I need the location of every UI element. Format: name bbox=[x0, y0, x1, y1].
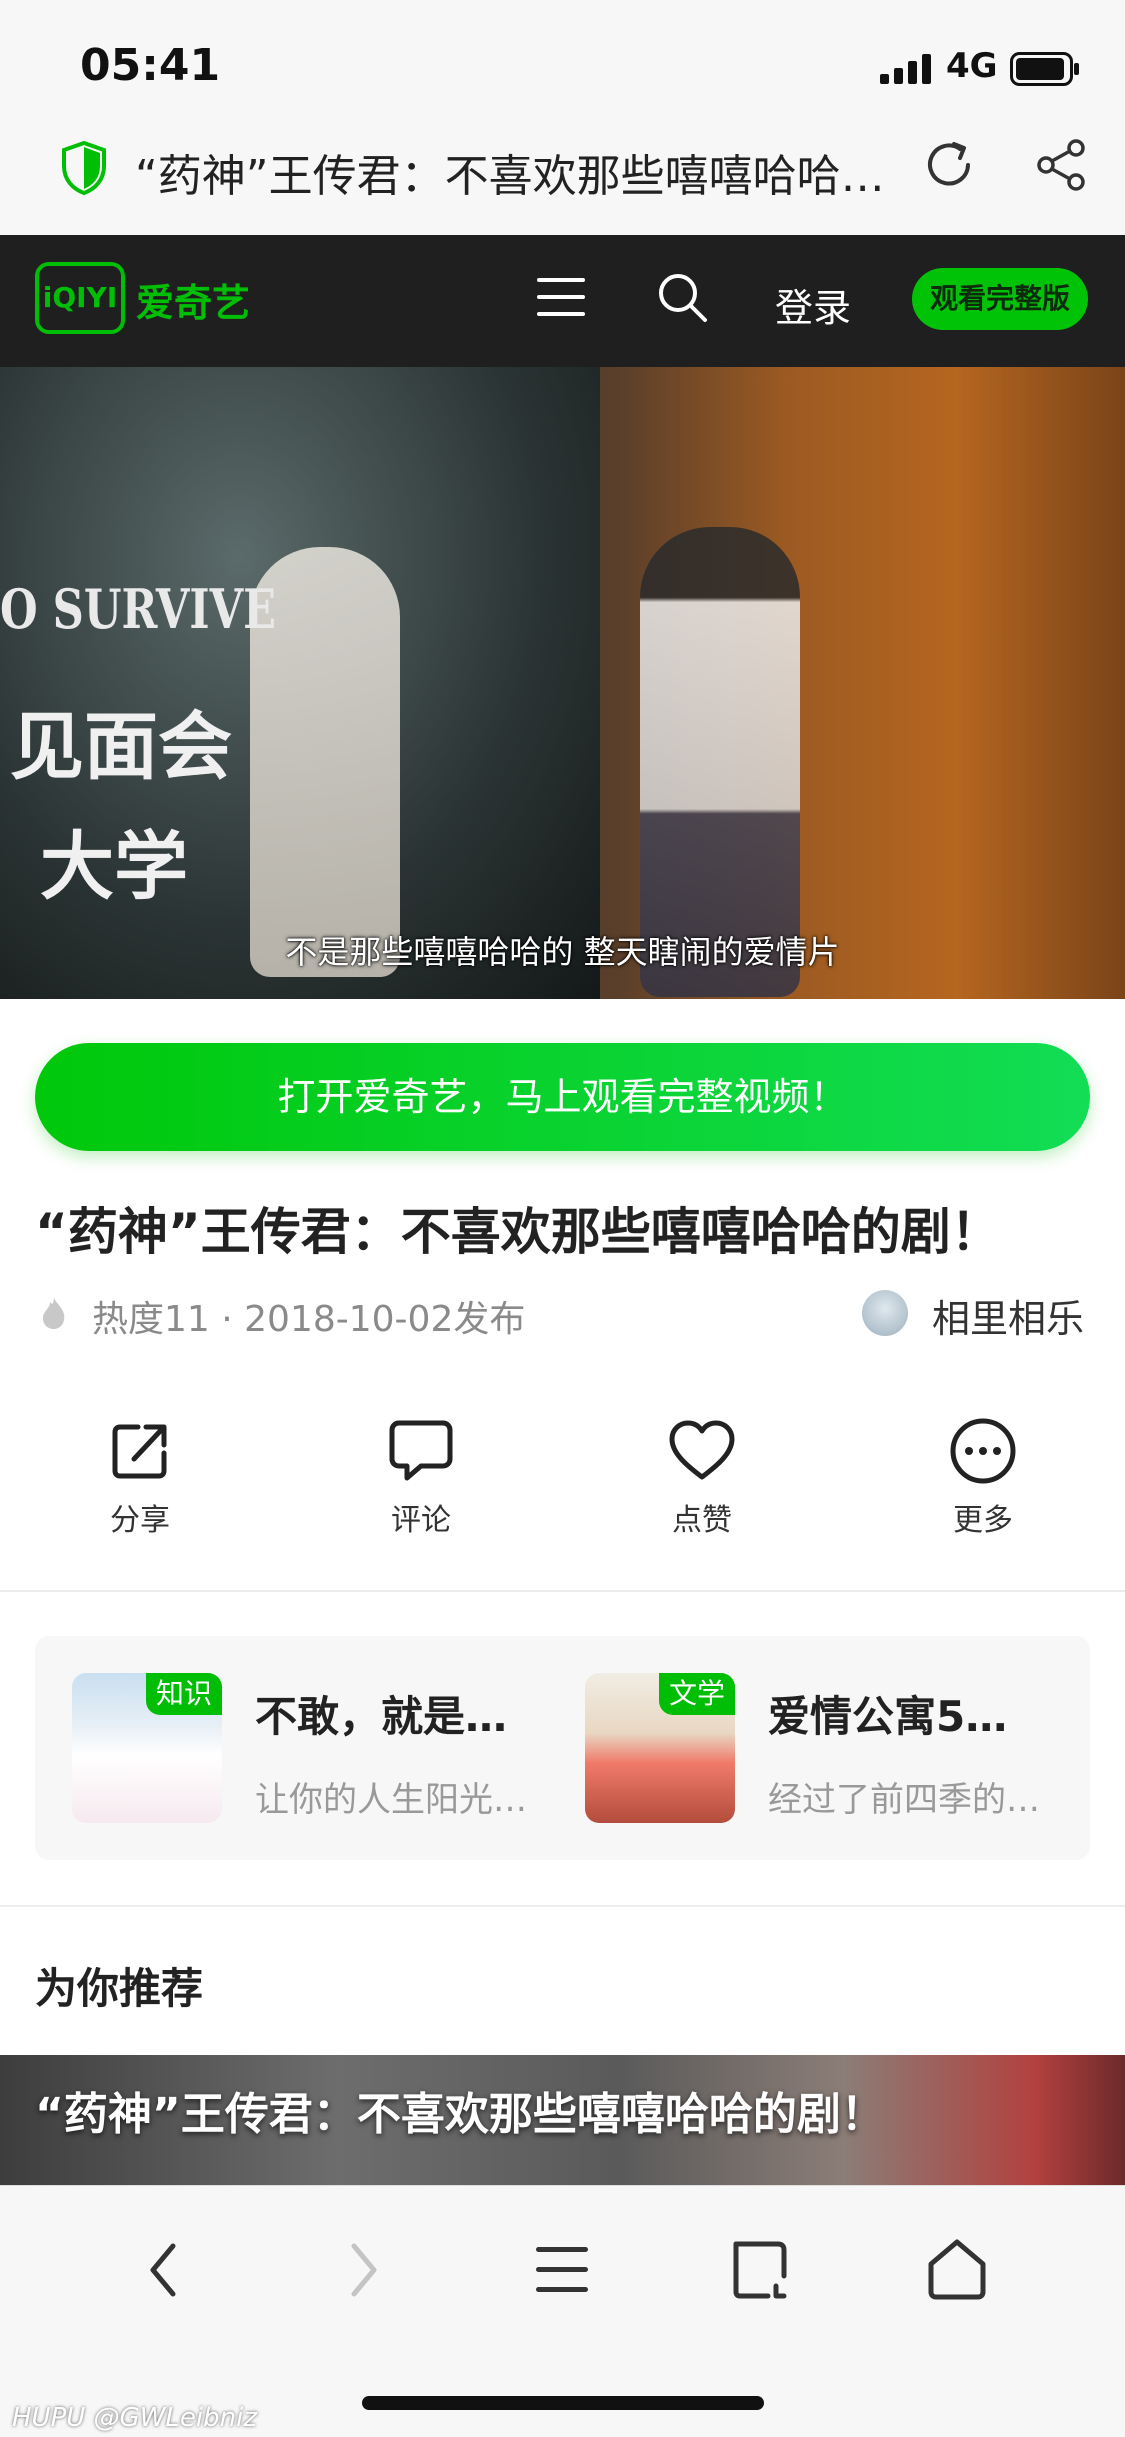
video-poster-text: 见面会 bbox=[10, 704, 232, 790]
iqiyi-logo-text[interactable]: 爱奇艺 bbox=[136, 272, 250, 327]
divider bbox=[0, 1590, 1125, 1592]
home-icon[interactable] bbox=[917, 2230, 997, 2310]
comment-action[interactable]: 评论 bbox=[341, 1415, 501, 1539]
iqiyi-logo[interactable]: iQIYI bbox=[35, 262, 125, 334]
like-label: 点赞 bbox=[672, 1503, 732, 1538]
recommended-video-title[interactable]: “药神”王传君：不喜欢那些嘻嘻哈哈的剧！ bbox=[35, 2078, 885, 2142]
forward-icon[interactable] bbox=[322, 2230, 402, 2310]
video-poster-text: O SURVIVE bbox=[0, 577, 277, 641]
book-title[interactable]: 不敢，就是… bbox=[255, 1683, 507, 1744]
more-label: 更多 bbox=[953, 1503, 1013, 1538]
comment-label: 评论 bbox=[391, 1503, 451, 1538]
like-action[interactable]: 点赞 bbox=[622, 1415, 782, 1539]
comment-icon bbox=[389, 1420, 453, 1481]
page-title-address[interactable]: “药神”王传君：不喜欢那些嘻嘻哈哈的剧！ bbox=[135, 140, 885, 204]
more-action[interactable]: 更多 bbox=[903, 1415, 1063, 1539]
section-title: 为你推荐 bbox=[35, 1964, 204, 2013]
video-subtitle: 不是那些嘻嘻哈哈的 整天瞎闹的爱情片 bbox=[285, 933, 840, 971]
book-title[interactable]: 爱情公寓5… bbox=[768, 1683, 1007, 1744]
video-title: “药神”王传君：不喜欢那些嘻嘻哈哈的剧！ bbox=[35, 1203, 1001, 1261]
flame-icon bbox=[43, 1298, 65, 1329]
video-player[interactable]: O SURVIVE 见面会 大学 不是那些嘻嘻哈哈的 整天瞎闹的爱情片 bbox=[0, 367, 1125, 999]
reload-icon[interactable] bbox=[920, 136, 978, 194]
book-desc: 让你的人生阳光… bbox=[255, 1780, 527, 1820]
back-icon[interactable] bbox=[125, 2230, 205, 2310]
avatar[interactable] bbox=[862, 1290, 908, 1336]
book-desc: 经过了前四季的… bbox=[768, 1780, 1040, 1820]
video-poster-text: 大学 bbox=[40, 824, 188, 910]
more-icon bbox=[950, 1418, 1016, 1484]
shield-icon bbox=[62, 140, 106, 196]
share-icon[interactable] bbox=[1032, 136, 1090, 194]
heart-icon bbox=[669, 1420, 735, 1480]
video-meta: 热度11 · 2018-10-02发布 bbox=[92, 1299, 526, 1340]
signal-icon bbox=[880, 54, 931, 84]
menu-icon[interactable] bbox=[535, 274, 587, 320]
status-time: 05:41 bbox=[80, 40, 221, 91]
book-tag: 知识 bbox=[146, 1673, 222, 1715]
login-link[interactable]: 登录 bbox=[775, 277, 851, 332]
watermark: HUPU @GWLeibniz bbox=[12, 2403, 257, 2433]
share-icon bbox=[112, 1424, 167, 1479]
menu-icon[interactable] bbox=[522, 2230, 602, 2310]
divider bbox=[0, 1905, 1125, 1907]
share-label: 分享 bbox=[110, 1503, 170, 1538]
share-action[interactable]: 分享 bbox=[60, 1415, 220, 1539]
open-app-button[interactable]: 打开爱奇艺，马上观看完整视频！ bbox=[35, 1043, 1090, 1151]
home-indicator bbox=[362, 2396, 764, 2410]
book-tag: 文学 bbox=[659, 1673, 735, 1715]
tabs-icon[interactable] bbox=[720, 2230, 800, 2310]
watch-full-button[interactable]: 观看完整版 bbox=[912, 268, 1088, 330]
author-name[interactable]: 相里相乐 bbox=[932, 1288, 1084, 1343]
battery-icon bbox=[1010, 52, 1079, 86]
network-label: 4G bbox=[946, 46, 998, 86]
search-icon[interactable] bbox=[655, 270, 709, 324]
